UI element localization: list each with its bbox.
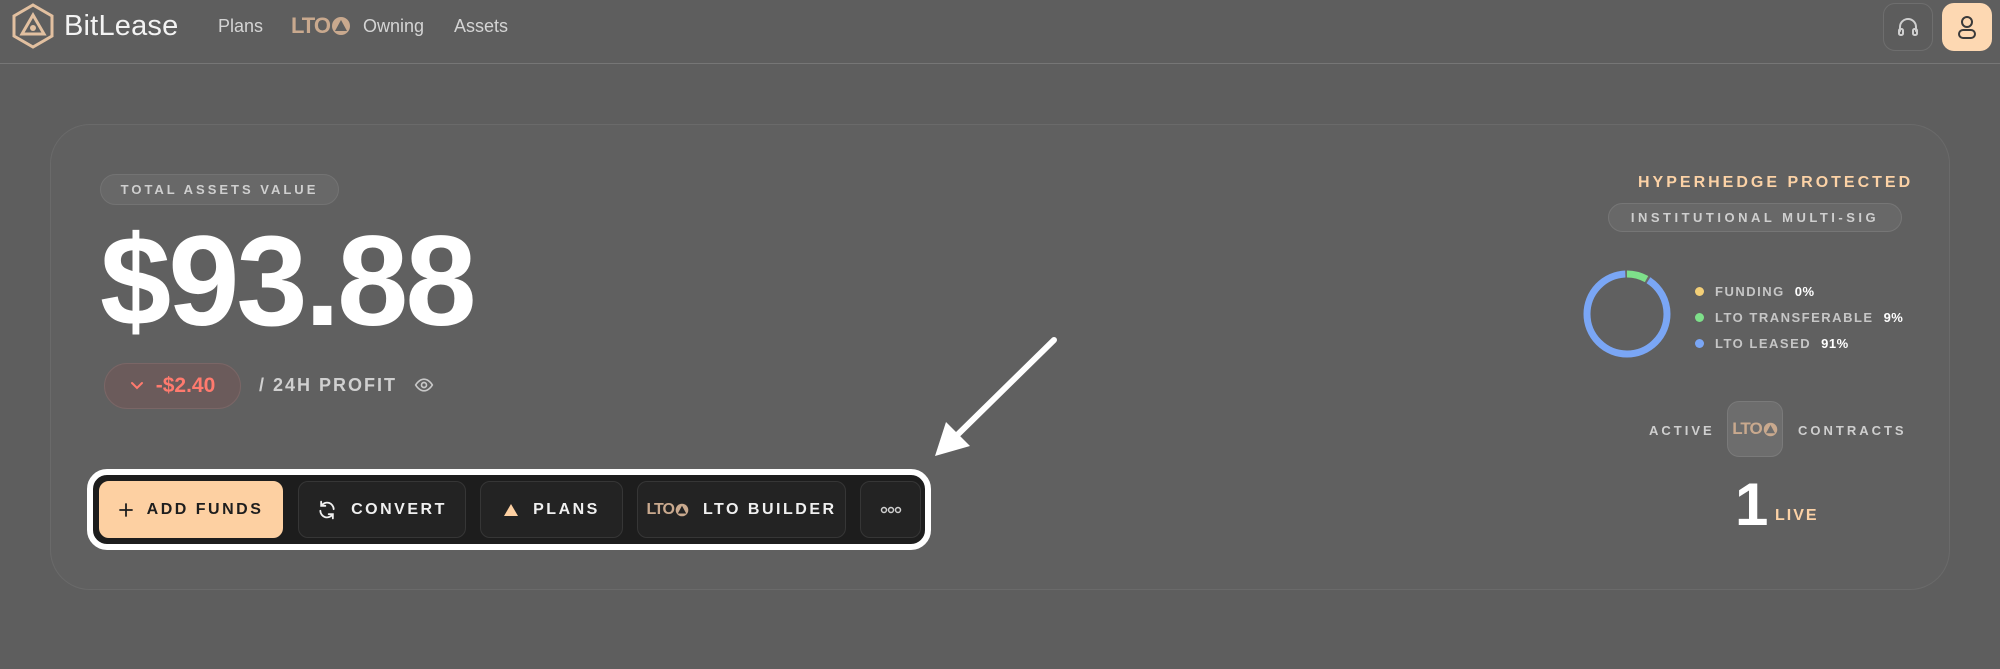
profit-delta-badge: -$2.40 [104,363,241,409]
contracts-label: CONTRACTS [1798,423,1907,438]
total-assets-label: TOTAL ASSETS VALUE [100,174,339,205]
legend-pct: 9% [1883,309,1904,325]
nav-owning[interactable]: Owning [363,16,424,37]
headphones-icon [1898,18,1918,36]
toggle-visibility-button[interactable] [414,375,434,400]
add-funds-button[interactable]: ADD FUNDS [99,481,283,538]
lto-contracts-mark: LTO [1732,419,1762,438]
plus-icon [118,502,133,517]
lto-triangle-icon [1763,422,1777,436]
chevron-down-icon [130,382,143,390]
lto-builder-button[interactable]: LTO LTO BUILDER [637,481,846,538]
brand-name: BitLease [64,9,179,42]
user-icon [1958,16,1976,39]
legend-funding: FUNDING 0% [1695,278,1903,304]
profit-delta-value: -$2.40 [155,374,216,397]
allocation-legend: FUNDING 0% LTO TRANSFERABLE 9% LTO LEASE… [1695,278,1903,356]
add-funds-label: ADD FUNDS [146,500,264,518]
legend-label: FUNDING [1715,283,1785,299]
support-button[interactable] [1883,3,1933,51]
profit-period-label: / 24H PROFIT [259,375,398,395]
nav-lto[interactable]: LTO [291,13,351,39]
lto-builder-label: LTO BUILDER [702,500,837,518]
convert-button[interactable]: CONVERT [298,481,466,538]
live-contracts-count: 1 [1735,471,1769,538]
multisig-badge: INSTITUTIONAL MULTI-SIG [1608,203,1902,232]
allocation-donut-chart [1583,270,1671,358]
legend-dot-transferable [1695,312,1704,322]
nav-lto-label: LTO [291,13,331,38]
legend-dot-funding [1695,286,1704,296]
bitlease-logo-icon [12,3,54,49]
lto-triangle-icon [331,17,350,35]
annotation-arrow-icon [935,337,1057,456]
live-status-label: LIVE [1775,507,1819,524]
lto-contracts-badge: LTO [1727,401,1783,457]
more-options-button[interactable] [860,481,921,538]
convert-label: CONVERT [351,500,447,518]
legend-lto-leased: LTO LEASED 91% [1695,330,1903,356]
active-label: ACTIVE [1649,423,1715,438]
nav-plans[interactable]: Plans [218,16,263,37]
legend-pct: 91% [1821,335,1849,351]
plans-button[interactable]: PLANS [480,481,623,538]
brand[interactable]: BitLease [10,3,178,49]
lto-builder-mark-icon: LTO [646,501,689,519]
refresh-icon [319,500,335,519]
hyperhedge-title: HYPERHEDGE PROTECTED [1638,174,1914,191]
legend-label: LTO TRANSFERABLE [1715,309,1874,325]
eye-icon [414,378,434,392]
nav-assets[interactable]: Assets [454,16,508,37]
total-assets-value: $93.88 [100,210,476,353]
legend-label: LTO LEASED [1715,335,1812,351]
profile-button[interactable] [1942,3,1992,51]
donut-segment-lto-leased [1583,270,1671,358]
plans-label: PLANS [533,500,600,518]
top-navigation: BitLease Plans LTO Owning Assets [0,0,2000,64]
legend-dot-leased [1695,338,1704,348]
legend-pct: 0% [1794,283,1815,299]
more-dots-icon [880,506,901,513]
lto-builder-mark: LTO [646,500,674,518]
triangle-icon [504,503,519,516]
legend-lto-transferable: LTO TRANSFERABLE 9% [1695,304,1903,330]
